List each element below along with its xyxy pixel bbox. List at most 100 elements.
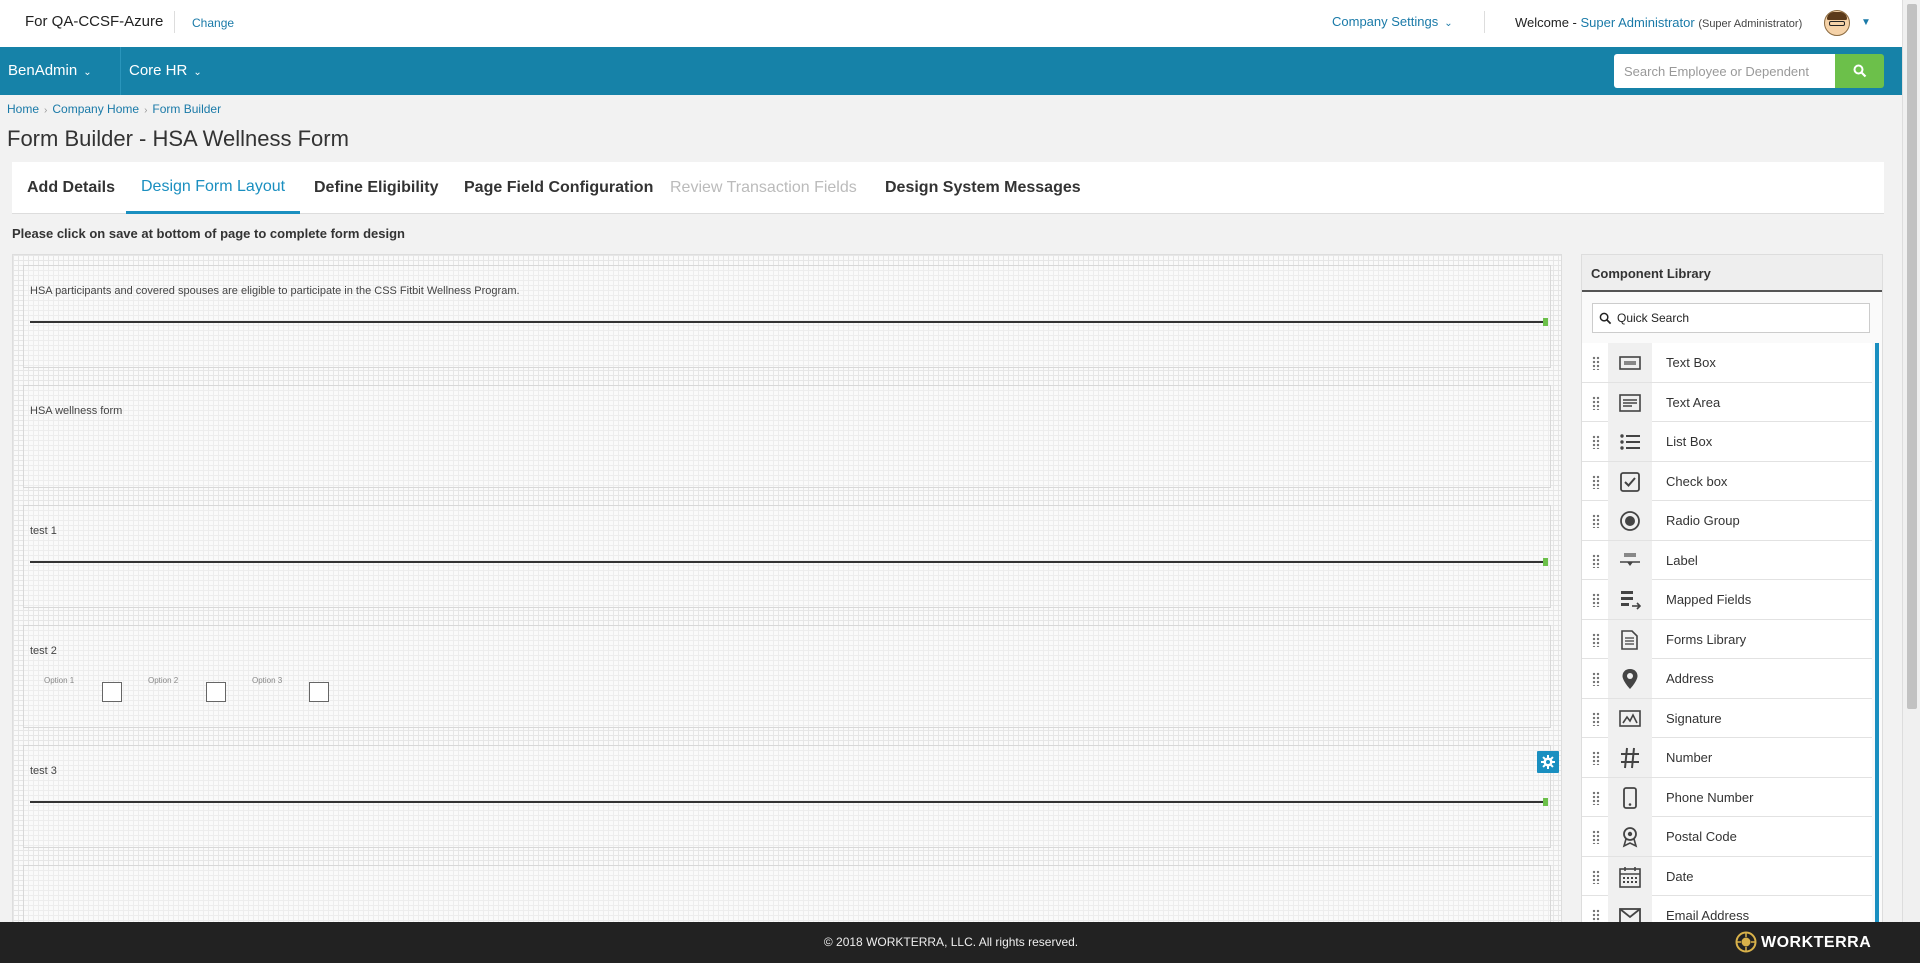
breadcrumb-company-home[interactable]: Company Home: [52, 102, 139, 116]
component-label: Forms Library: [1666, 631, 1747, 647]
component-email-address[interactable]: Email Address: [1582, 896, 1872, 923]
component-label: Text Box: [1666, 355, 1716, 370]
nav-core-hr[interactable]: Core HR ⌄: [120, 47, 210, 95]
chevron-down-icon: ⌄: [83, 67, 92, 78]
tab-add-details[interactable]: Add Details: [12, 162, 130, 214]
chevron-down-icon: ⌄: [1444, 18, 1453, 29]
tab-define-eligibility[interactable]: Define Eligibility: [299, 162, 453, 214]
form-design-canvas[interactable]: HSA participants and covered spouses are…: [12, 254, 1562, 924]
form-field-block[interactable]: [23, 865, 1551, 923]
component-signature[interactable]: Signature: [1582, 698, 1872, 738]
component-address[interactable]: Address: [1582, 659, 1872, 699]
drag-handle-icon[interactable]: [1592, 909, 1600, 923]
main-navbar: BenAdmin ⌄ Core HR ⌄: [0, 47, 1902, 95]
component-radio-group[interactable]: Radio Group: [1582, 501, 1872, 541]
option-checkbox[interactable]: [102, 682, 122, 702]
drag-handle-icon[interactable]: [1592, 356, 1600, 370]
avatar[interactable]: [1824, 10, 1850, 36]
tab-design-system-messages[interactable]: Design System Messages: [870, 162, 1096, 214]
drag-handle-icon[interactable]: [1592, 514, 1600, 528]
footer: © 2018 WORKTERRA, LLC. All rights reserv…: [0, 922, 1920, 963]
component-check-box[interactable]: Check box: [1582, 461, 1872, 501]
option-checkbox[interactable]: [309, 682, 329, 702]
drag-handle-icon[interactable]: [1592, 553, 1600, 568]
component-phone-number[interactable]: Phone Number: [1582, 777, 1872, 817]
form-field-block[interactable]: test 1: [23, 505, 1551, 608]
employee-search-input[interactable]: [1614, 54, 1835, 88]
component-number[interactable]: Number: [1582, 738, 1872, 778]
drag-handle-icon[interactable]: [1592, 830, 1600, 844]
search-icon: [1599, 312, 1612, 325]
component-list-box[interactable]: List Box: [1582, 422, 1872, 462]
component-forms-library[interactable]: Forms Library: [1582, 619, 1872, 659]
textbox-line: [30, 318, 1548, 326]
mapped-fields-icon: [1621, 591, 1641, 610]
drag-handle-icon[interactable]: [1592, 751, 1600, 765]
drag-handle-icon[interactable]: [1592, 869, 1600, 884]
nav-label: Core HR: [129, 62, 188, 79]
drag-handle-icon[interactable]: [1592, 672, 1600, 686]
quick-search: [1592, 303, 1870, 333]
tab-design-form-layout[interactable]: Design Form Layout: [126, 162, 301, 214]
drag-handle-icon[interactable]: [1592, 593, 1600, 607]
textarea-icon: [1619, 393, 1641, 412]
field-label: test 1: [30, 525, 57, 537]
form-field-block[interactable]: HSA participants and covered spouses are…: [23, 265, 1551, 368]
textbox-line: [30, 798, 1548, 806]
drag-handle-icon[interactable]: [1592, 474, 1600, 489]
search-button[interactable]: [1835, 54, 1884, 88]
component-postal-code[interactable]: Postal Code: [1582, 817, 1872, 857]
component-label: Label: [1666, 552, 1698, 568]
component-mapped-fields[interactable]: Mapped Fields: [1582, 580, 1872, 620]
quick-search-input[interactable]: [1617, 304, 1867, 332]
breadcrumb-home[interactable]: Home: [7, 102, 39, 116]
component-label: Number: [1666, 750, 1713, 765]
company-settings-menu[interactable]: Company Settings ⌄: [1332, 14, 1453, 29]
form-field-block[interactable]: HSA wellness form: [23, 385, 1551, 488]
user-name-link[interactable]: Super Administrator: [1581, 15, 1695, 30]
library-scrollbar[interactable]: [1875, 343, 1879, 923]
textbox-icon: [1619, 356, 1641, 370]
welcome-text: Welcome - Super Administrator (Super Adm…: [1515, 15, 1802, 30]
client-name: For QA-CCSF-Azure: [25, 13, 164, 30]
drag-handle-icon[interactable]: [1592, 632, 1600, 647]
location-pin-icon: [1622, 669, 1638, 689]
component-date[interactable]: Date: [1582, 856, 1872, 896]
change-client-link[interactable]: Change: [192, 16, 234, 30]
label-icon: [1620, 552, 1640, 566]
component-text-box[interactable]: Text Box: [1582, 343, 1872, 383]
component-label: Check box: [1666, 473, 1728, 489]
option-checkbox[interactable]: [206, 682, 226, 702]
company-settings-label: Company Settings: [1332, 14, 1439, 29]
postal-code-icon: [1622, 827, 1638, 848]
textbox-line: [30, 558, 1548, 566]
employee-search: [1614, 54, 1884, 88]
page-scrollbar[interactable]: [1902, 0, 1920, 963]
field-settings-button[interactable]: [1537, 751, 1559, 773]
header-divider: [174, 11, 175, 33]
component-label: List Box: [1666, 434, 1713, 449]
page-title: Form Builder - HSA Wellness Form: [7, 126, 349, 151]
component-label: Email Address: [1666, 908, 1750, 923]
component-label-item[interactable]: Label: [1582, 540, 1872, 580]
page-scrollbar-thumb[interactable]: [1907, 4, 1917, 709]
user-menu-caret-icon[interactable]: ▼: [1861, 17, 1871, 28]
nav-benadmin[interactable]: BenAdmin ⌄: [0, 47, 100, 95]
component-text-area[interactable]: Text Area: [1582, 382, 1872, 422]
component-label: Postal Code: [1666, 829, 1737, 844]
form-builder-tabs: Add Details Design Form Layout Define El…: [12, 162, 1884, 214]
component-label: Signature: [1666, 710, 1722, 726]
breadcrumb-separator-icon: ›: [144, 105, 148, 116]
form-field-block[interactable]: test 3: [23, 745, 1559, 848]
drag-handle-icon[interactable]: [1592, 435, 1600, 449]
drag-handle-icon[interactable]: [1592, 395, 1600, 410]
tab-page-field-configuration[interactable]: Page Field Configuration: [449, 162, 668, 214]
form-field-block[interactable]: test 2 Option 1 Option 2 Option 3: [23, 625, 1551, 728]
workterra-logo-icon: [1735, 931, 1757, 953]
breadcrumb-form-builder[interactable]: Form Builder: [152, 102, 221, 116]
welcome-prefix: Welcome -: [1515, 15, 1577, 30]
drag-handle-icon[interactable]: [1592, 711, 1600, 726]
component-label: Mapped Fields: [1666, 592, 1752, 607]
drag-handle-icon[interactable]: [1592, 790, 1600, 805]
instructions-text: Please click on save at bottom of page t…: [12, 226, 405, 241]
